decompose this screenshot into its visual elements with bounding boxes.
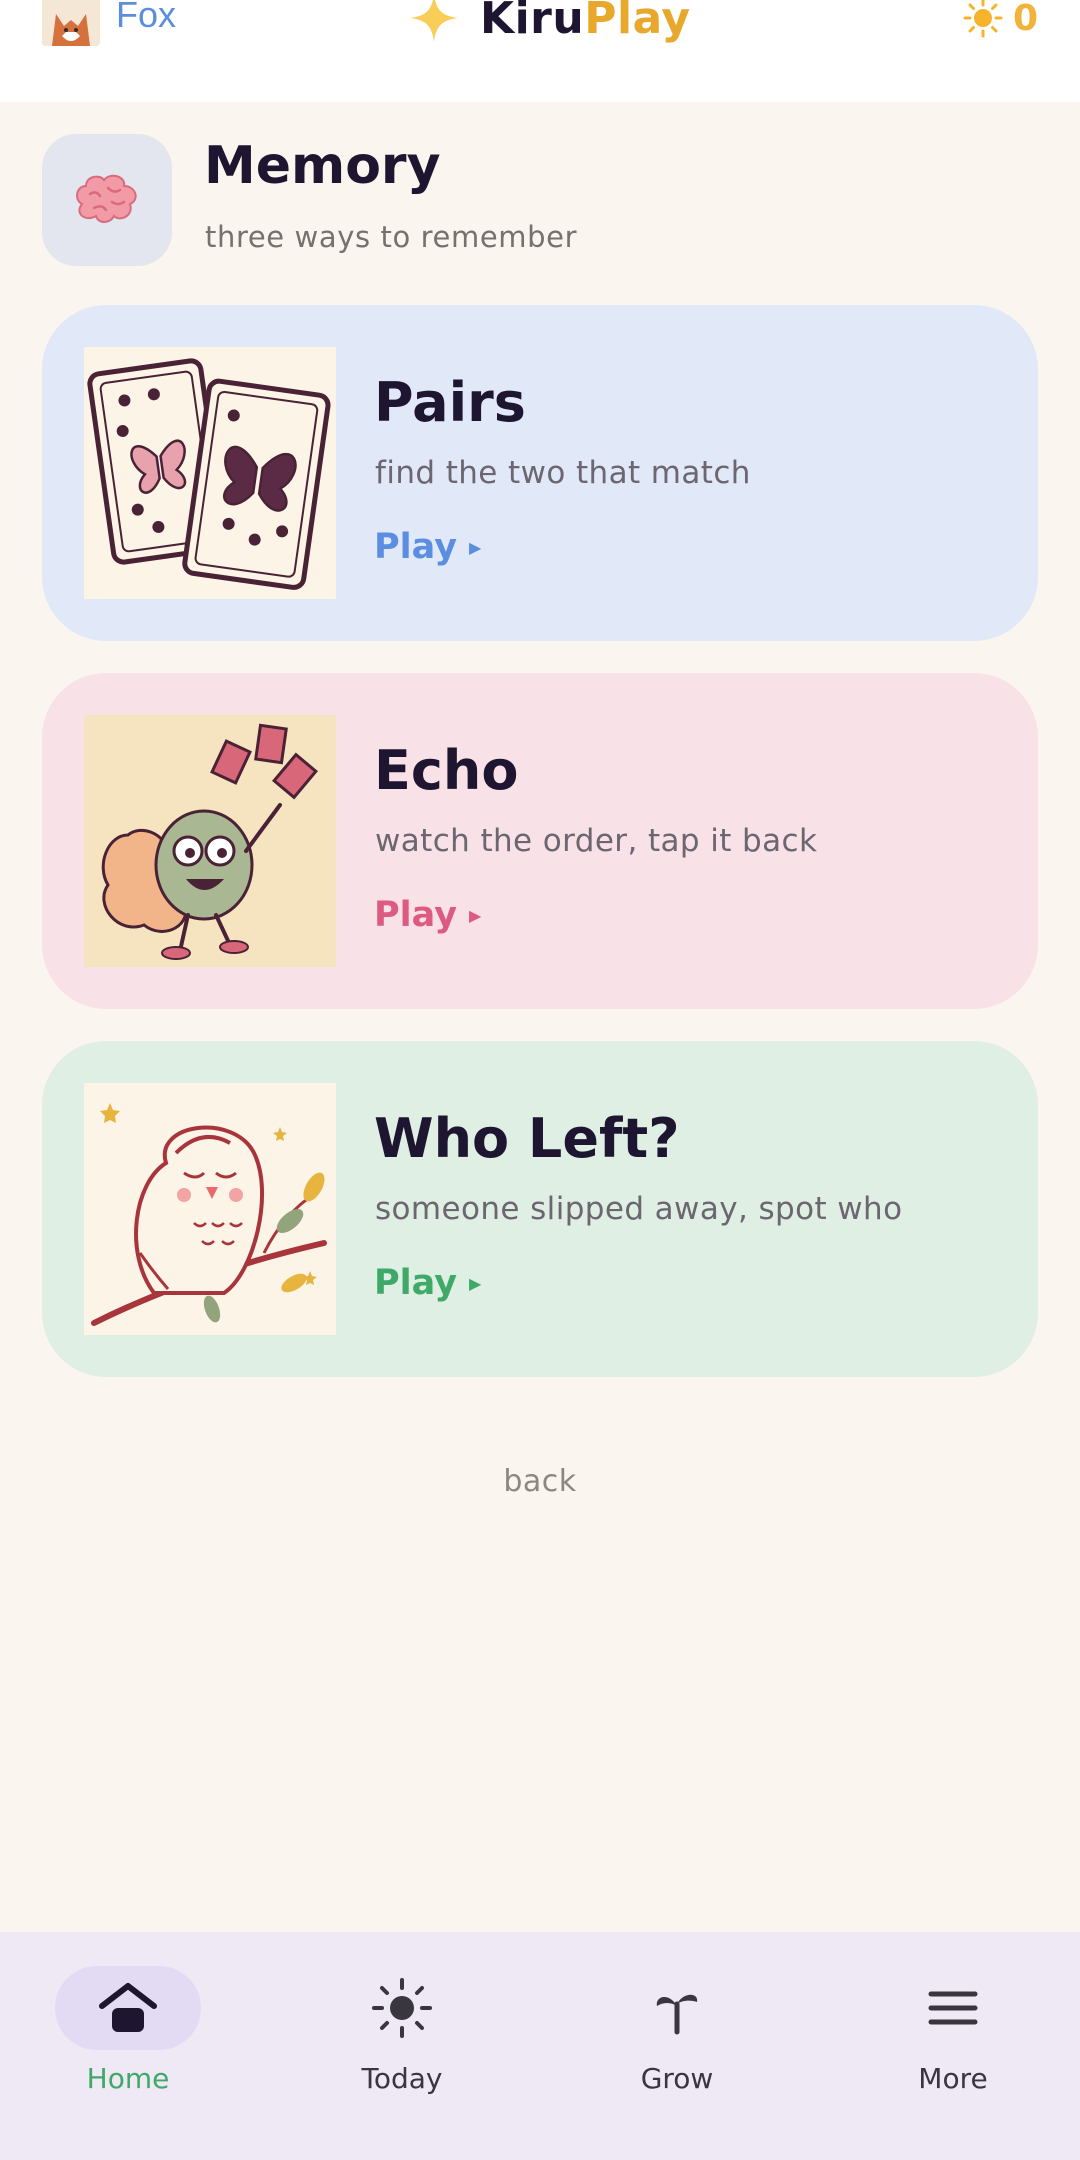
sun-icon — [372, 1978, 432, 2038]
nav-label-home: Home — [86, 2062, 170, 2095]
section-title: Memory — [204, 136, 441, 196]
brand-logo: KiruPlay — [408, 0, 691, 48]
menu-icon — [928, 1991, 978, 2025]
play-label: Play — [374, 895, 458, 935]
section-subtitle: three ways to remember — [205, 220, 578, 254]
play-label: Play — [374, 1263, 458, 1303]
nav-item-home[interactable]: Home — [28, 1966, 228, 2126]
bottom-navigation: Home Today Grow More — [0, 1932, 1080, 2160]
username[interactable]: Fox — [116, 0, 176, 36]
game-card-echo[interactable]: Echo watch the order, tap it back Play ▶ — [42, 673, 1038, 1009]
game-card-who-left[interactable]: Who Left? someone slipped away, spot who… — [42, 1041, 1038, 1377]
home-icon — [99, 1983, 157, 2032]
sun-icon — [963, 0, 1003, 38]
game-title: Who Left? — [374, 1107, 680, 1170]
game-subtitle: watch the order, tap it back — [375, 823, 818, 859]
play-button[interactable]: Play ▶ — [374, 1263, 481, 1303]
play-button[interactable]: Play ▶ — [374, 527, 481, 567]
nav-label-grow: Grow — [640, 2062, 714, 2095]
brand-name-part1: Kiru — [480, 0, 585, 44]
pairs-illustration — [84, 347, 336, 599]
nav-grow-pill — [604, 1966, 750, 2050]
game-card-pairs[interactable]: Pairs find the two that match Play ▶ — [42, 305, 1038, 641]
who-left-illustration — [84, 1083, 336, 1335]
nav-more-pill — [880, 1966, 1026, 2050]
back-link[interactable]: back — [0, 1464, 1080, 1499]
nav-item-today[interactable]: Today — [302, 1966, 502, 2126]
play-arrow-icon: ▶ — [469, 1273, 482, 1293]
fox-avatar-icon — [42, 0, 100, 46]
play-button[interactable]: Play ▶ — [374, 895, 481, 935]
nav-label-today: Today — [361, 2062, 443, 2095]
echo-illustration — [84, 715, 336, 967]
game-title: Echo — [374, 739, 519, 802]
sparkle-star-icon — [410, 0, 458, 42]
nav-item-grow[interactable]: Grow — [577, 1966, 777, 2126]
game-subtitle: find the two that match — [375, 455, 751, 491]
nav-label-more: More — [918, 2062, 988, 2095]
top-bar: Fox KiruPlay 0 — [0, 0, 1080, 102]
brand-name-part2: Play — [584, 0, 691, 44]
brain-icon — [76, 174, 137, 223]
sun-count-value: 0 — [1012, 0, 1038, 39]
section-icon-tile — [42, 134, 172, 266]
profile-avatar[interactable] — [42, 0, 100, 46]
game-subtitle: someone slipped away, spot who — [375, 1191, 903, 1227]
nav-item-more[interactable]: More — [853, 1966, 1053, 2126]
sprout-icon — [656, 1994, 698, 2035]
play-arrow-icon: ▶ — [469, 905, 482, 925]
sun-counter[interactable]: 0 — [963, 0, 1038, 46]
game-title: Pairs — [374, 371, 526, 434]
nav-today-pill — [329, 1966, 475, 2050]
brand-name: KiruPlay — [480, 0, 691, 44]
play-arrow-icon: ▶ — [469, 537, 482, 557]
nav-home-pill — [55, 1966, 201, 2050]
play-label: Play — [374, 527, 458, 567]
